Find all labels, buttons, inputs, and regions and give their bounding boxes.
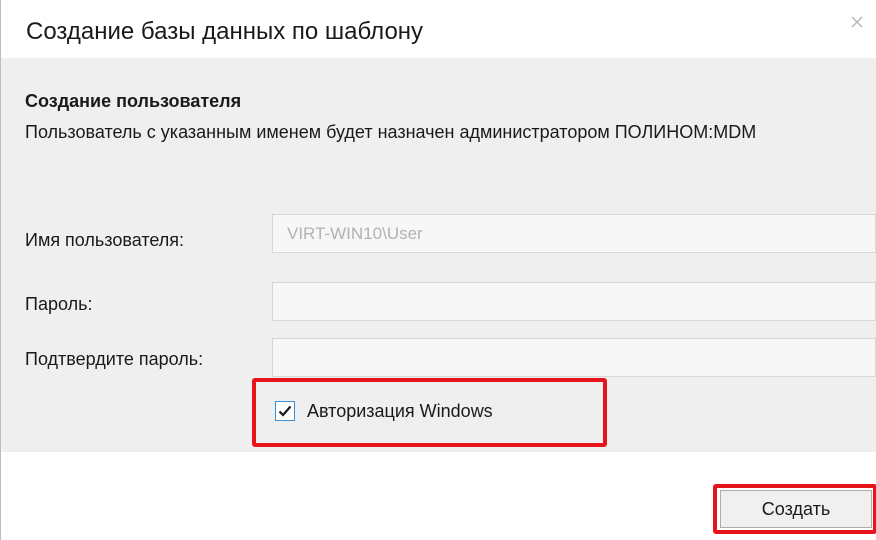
username-input[interactable] bbox=[272, 214, 876, 253]
close-button[interactable] bbox=[845, 10, 869, 34]
dialog-title: Создание базы данных по шаблону bbox=[26, 18, 424, 45]
windows-auth-checkbox[interactable] bbox=[275, 401, 295, 421]
confirm-password-input[interactable] bbox=[272, 338, 876, 377]
password-input[interactable] bbox=[272, 282, 876, 321]
create-button[interactable]: Создать bbox=[720, 490, 872, 528]
confirm-password-label: Подтвердите пароль: bbox=[25, 349, 204, 369]
windows-auth-checkbox-row[interactable]: Авторизация Windows bbox=[275, 400, 493, 422]
section-description: Пользователь с указанным именем будет на… bbox=[25, 122, 757, 142]
checkmark-icon bbox=[278, 405, 292, 417]
password-label: Пароль: bbox=[25, 294, 93, 314]
close-icon bbox=[851, 16, 863, 28]
dialog-content: Создание пользователя Пользователь с ука… bbox=[1, 58, 876, 452]
section-title: Создание пользователя bbox=[25, 91, 242, 111]
windows-auth-label: Авторизация Windows bbox=[307, 401, 493, 421]
dialog-titlebar: Создание базы данных по шаблону bbox=[1, 0, 876, 58]
username-label: Имя пользователя: bbox=[25, 230, 185, 250]
dialog-window: Создание базы данных по шаблону Создание… bbox=[0, 0, 876, 540]
